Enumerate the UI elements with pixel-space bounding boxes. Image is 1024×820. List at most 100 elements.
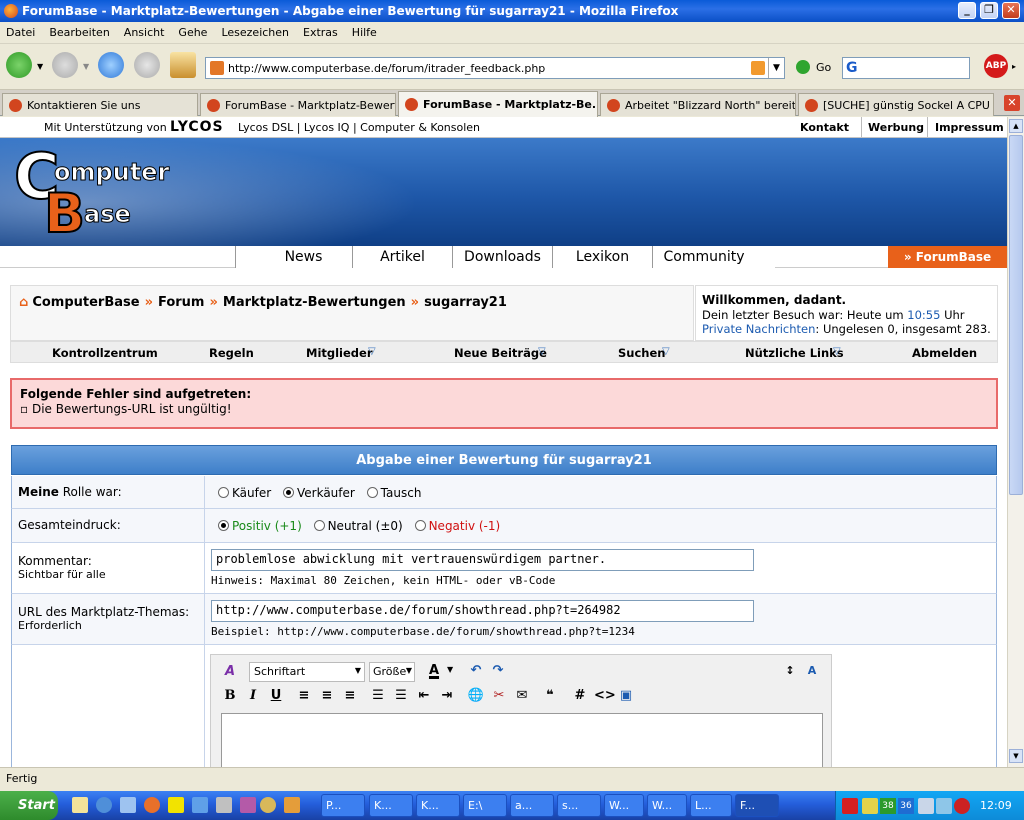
subnav-mitglieder[interactable]: Mitglieder bbox=[306, 346, 373, 360]
quicklaunch-app-icon[interactable] bbox=[284, 797, 300, 813]
menu-hilfe[interactable]: Hilfe bbox=[352, 26, 377, 39]
start-button[interactable]: Start bbox=[0, 791, 58, 820]
nav-lexikon[interactable]: Lexikon bbox=[553, 246, 653, 268]
switch-mode-icon[interactable]: A bbox=[803, 662, 821, 680]
quicklaunch-app-icon[interactable] bbox=[168, 797, 184, 813]
task-button[interactable]: P... bbox=[321, 794, 365, 817]
chevron-down-icon[interactable]: ▽ bbox=[662, 346, 670, 357]
option-tausch-label[interactable]: Tausch bbox=[381, 486, 422, 500]
comment-input[interactable]: problemlose abwicklung mit vertrauenswür… bbox=[211, 549, 754, 571]
size-select[interactable]: Größe ▼ bbox=[369, 662, 415, 682]
task-button[interactable]: W... bbox=[604, 794, 644, 817]
scroll-down-icon[interactable]: ▼ bbox=[1009, 749, 1023, 763]
chevron-down-icon[interactable]: ▽ bbox=[368, 346, 376, 357]
breadcrumb-section[interactable]: Marktplatz-Bewertungen bbox=[223, 295, 406, 310]
menu-gehe[interactable]: Gehe bbox=[178, 26, 207, 39]
search-input[interactable]: G bbox=[842, 57, 970, 79]
bold-icon[interactable]: B bbox=[221, 687, 239, 705]
resize-icon[interactable]: ↕ bbox=[781, 662, 799, 680]
subnav-nuetzliche-links[interactable]: Nützliche Links bbox=[745, 346, 844, 360]
quicklaunch-network-icon[interactable] bbox=[120, 797, 136, 813]
align-left-icon[interactable]: ≡ bbox=[295, 687, 313, 705]
overflow-chevron-icon[interactable]: ▸ bbox=[1012, 62, 1016, 71]
close-tab-icon[interactable]: ✕ bbox=[1004, 95, 1020, 111]
quicklaunch-app-icon[interactable] bbox=[192, 797, 208, 813]
breadcrumb-home[interactable]: ComputerBase bbox=[32, 295, 139, 310]
chevron-down-icon[interactable]: ▽ bbox=[833, 346, 841, 357]
menu-bearbeiten[interactable]: Bearbeiten bbox=[49, 26, 109, 39]
insert-email-icon[interactable]: ✉ bbox=[513, 687, 531, 705]
font-select[interactable]: Schriftart ▼ bbox=[249, 662, 365, 682]
task-button[interactable]: s... bbox=[557, 794, 601, 817]
rss-feed-icon[interactable] bbox=[751, 61, 765, 75]
close-button[interactable]: ✕ bbox=[1002, 2, 1020, 19]
nav-community[interactable]: Community bbox=[653, 246, 755, 268]
task-button[interactable]: L... bbox=[690, 794, 732, 817]
task-button[interactable]: E:\ bbox=[463, 794, 507, 817]
tray-temp-icon[interactable]: 38 bbox=[880, 798, 896, 814]
quicklaunch-app-icon[interactable] bbox=[240, 797, 256, 813]
underline-icon[interactable]: U bbox=[267, 687, 285, 705]
option-kaeufer-label[interactable]: Käufer bbox=[232, 486, 271, 500]
back-icon[interactable] bbox=[6, 52, 32, 78]
radio-neutral[interactable] bbox=[313, 520, 325, 531]
menu-datei[interactable]: Datei bbox=[6, 26, 35, 39]
menu-ansicht[interactable]: Ansicht bbox=[124, 26, 165, 39]
home-icon[interactable] bbox=[170, 52, 196, 78]
url-dropdown-icon[interactable]: ▼ bbox=[768, 58, 784, 78]
forward-dropdown-icon[interactable]: ▼ bbox=[83, 62, 89, 71]
undo-icon[interactable]: ↶ bbox=[467, 662, 485, 680]
redo-icon[interactable]: ↷ bbox=[489, 662, 507, 680]
remove-format-icon[interactable]: A bbox=[221, 663, 239, 681]
lycos-links[interactable]: Lycos DSL | Lycos IQ | Computer & Konsol… bbox=[238, 121, 480, 134]
radio-verkaeufer[interactable] bbox=[283, 487, 294, 498]
ordered-list-icon[interactable]: ☰ bbox=[369, 687, 387, 705]
link-impressum[interactable]: Impressum bbox=[935, 121, 1004, 134]
task-button[interactable]: W... bbox=[647, 794, 687, 817]
code-icon[interactable]: <> bbox=[594, 687, 616, 705]
tab-kontakt[interactable]: Kontaktieren Sie uns bbox=[2, 93, 198, 116]
task-button[interactable]: K... bbox=[416, 794, 460, 817]
quicklaunch-app-icon[interactable] bbox=[216, 797, 232, 813]
home-icon[interactable]: ⌂ bbox=[19, 295, 28, 310]
chevron-down-icon[interactable]: ▽ bbox=[538, 346, 546, 357]
back-dropdown-icon[interactable]: ▼ bbox=[37, 62, 43, 71]
tray-security-icon[interactable] bbox=[954, 798, 970, 814]
subnav-regeln[interactable]: Regeln bbox=[209, 346, 254, 360]
quicklaunch-app-icon[interactable] bbox=[260, 797, 276, 813]
tab-blizzard[interactable]: Arbeitet "Blizzard North" bereits... bbox=[600, 93, 796, 116]
subnav-neue-beitraege[interactable]: Neue Beiträge bbox=[454, 346, 547, 360]
nav-news[interactable]: News bbox=[255, 246, 353, 268]
option-neutral-label[interactable]: Neutral (±0) bbox=[328, 519, 403, 533]
adblock-icon[interactable]: ABP bbox=[984, 54, 1008, 78]
tab-marktplatz-active[interactable]: ForumBase - Marktplatz-Be... bbox=[398, 91, 598, 117]
option-verkaeufer-label[interactable]: Verkäufer bbox=[297, 486, 355, 500]
insert-link-icon[interactable]: 🌐 bbox=[467, 687, 485, 705]
radio-positiv[interactable] bbox=[218, 520, 229, 531]
maximize-button[interactable]: ❐ bbox=[980, 2, 998, 19]
google-icon[interactable]: G bbox=[846, 60, 858, 76]
hash-icon[interactable]: # bbox=[571, 687, 589, 705]
radio-tausch[interactable] bbox=[366, 487, 378, 498]
menu-extras[interactable]: Extras bbox=[303, 26, 338, 39]
align-right-icon[interactable]: ≡ bbox=[341, 687, 359, 705]
italic-icon[interactable]: I bbox=[244, 687, 262, 705]
go-icon[interactable] bbox=[796, 60, 810, 74]
clock[interactable]: 12:09 bbox=[980, 799, 1012, 812]
link-werbung[interactable]: Werbung bbox=[868, 121, 924, 134]
pm-link[interactable]: Private Nachrichten bbox=[702, 322, 815, 336]
page-scrollbar[interactable]: ▲ ▼ bbox=[1007, 117, 1024, 767]
remove-link-icon[interactable]: ✂ bbox=[490, 687, 508, 705]
align-center-icon[interactable]: ≡ bbox=[318, 687, 336, 705]
quicklaunch-desktop-icon[interactable] bbox=[72, 797, 88, 813]
go-label[interactable]: Go bbox=[816, 61, 831, 74]
nav-downloads[interactable]: Downloads bbox=[453, 246, 553, 268]
reload-icon[interactable] bbox=[98, 52, 124, 78]
subnav-kontrollzentrum[interactable]: Kontrollzentrum bbox=[52, 346, 158, 360]
link-kontakt[interactable]: Kontakt bbox=[800, 121, 849, 134]
task-button[interactable]: a... bbox=[510, 794, 554, 817]
nav-forumbase[interactable]: » ForumBase bbox=[888, 246, 1007, 268]
radio-negativ[interactable] bbox=[414, 520, 426, 531]
option-negativ-label[interactable]: Negativ (-1) bbox=[429, 519, 501, 533]
tray-app-icon[interactable] bbox=[842, 798, 858, 814]
